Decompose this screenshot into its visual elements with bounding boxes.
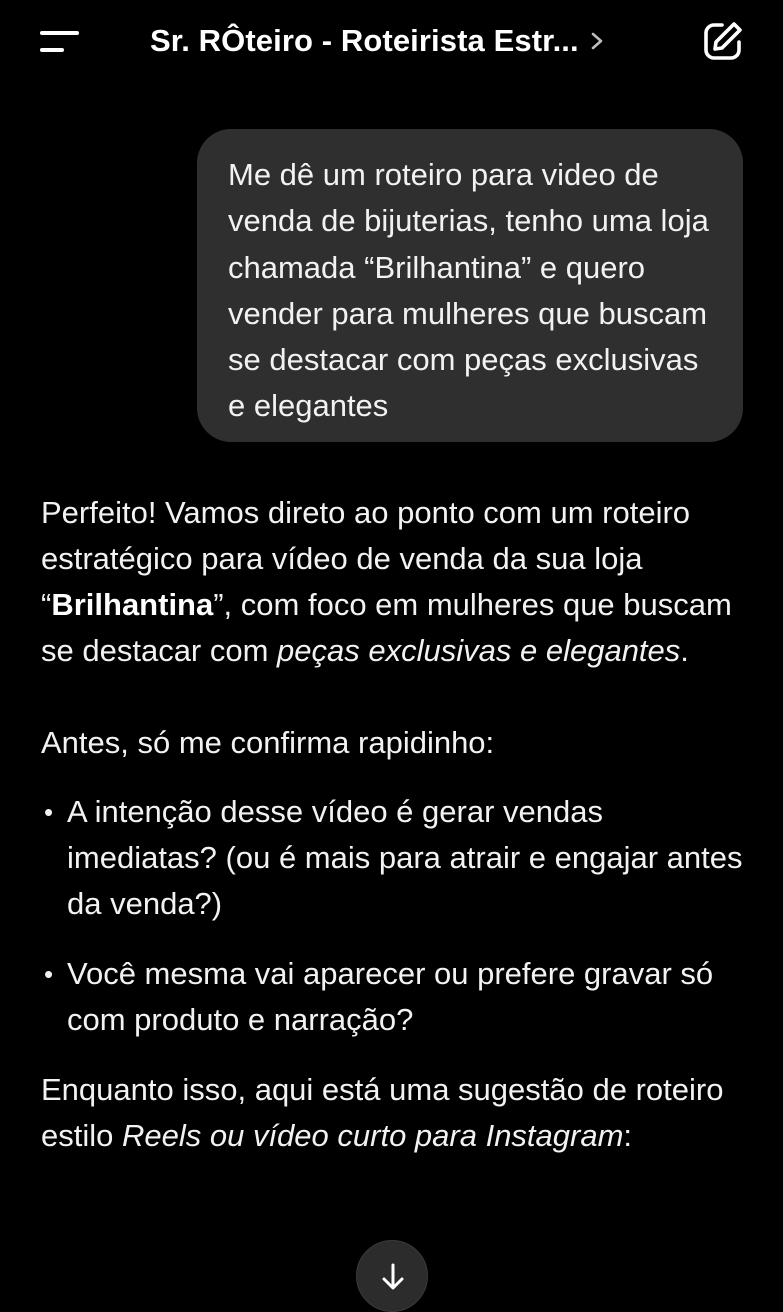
intro-emphasis: peças exclusivas e elegantes — [277, 633, 681, 668]
menu-icon[interactable] — [40, 28, 80, 58]
list-item: • A intenção desse vídeo é gerar vendas i… — [41, 789, 751, 927]
bullet-icon: • — [44, 797, 54, 827]
assistant-intro: Perfeito! Vamos direto ao ponto com um r… — [41, 490, 751, 674]
assistant-closing: Enquanto isso, aqui está uma sugestão de… — [41, 1067, 751, 1159]
list-item-text: A intenção desse vídeo é gerar vendas im… — [67, 794, 743, 921]
chat-title-button[interactable]: Sr. RÔteiro - Roteirista Estr... — [150, 18, 640, 64]
intro-text-3: . — [680, 633, 689, 668]
user-message-bubble: Me dê um roteiro para video de venda de … — [197, 129, 743, 442]
brand-name: Brilhantina — [51, 587, 214, 622]
user-message-text: Me dê um roteiro para video de venda de … — [228, 157, 709, 424]
chat-title: Sr. RÔteiro - Roteirista Estr... — [150, 23, 579, 58]
bullet-icon: • — [44, 959, 54, 989]
scroll-to-bottom-button[interactable] — [356, 1240, 428, 1312]
assistant-message: Perfeito! Vamos direto ao ponto com um r… — [41, 490, 751, 1159]
chevron-right-icon — [591, 32, 603, 50]
list-item: • Você mesma vai aparecer ou prefere grav… — [41, 951, 751, 1043]
new-chat-edit-icon[interactable] — [702, 20, 744, 62]
closing-emphasis: Reels ou vídeo curto para Instagram — [121, 1118, 624, 1153]
question-list: • A intenção desse vídeo é gerar vendas i… — [41, 789, 751, 1043]
question-lead: Antes, só me confirma rapidinho: — [41, 725, 495, 760]
closing-text-2: : — [623, 1118, 633, 1153]
chat-header: Sr. RÔteiro - Roteirista Estr... — [0, 0, 783, 86]
arrow-down-icon — [382, 1263, 404, 1290]
list-item-text: Você mesma vai aparecer ou prefere grava… — [67, 956, 714, 1037]
